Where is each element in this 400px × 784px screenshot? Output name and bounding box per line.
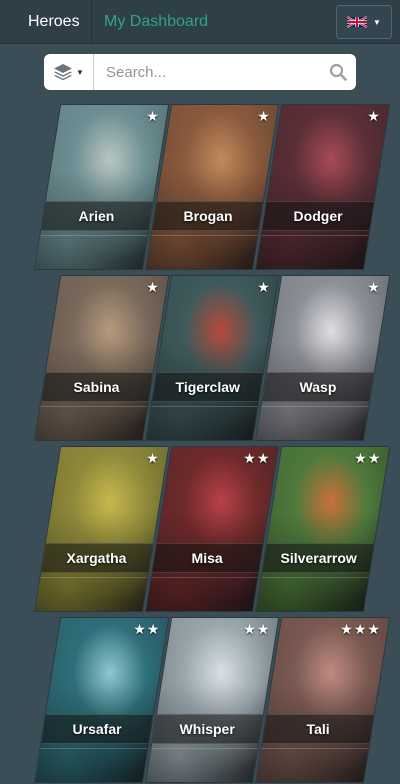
hero-name-band: Brogan (151, 201, 264, 231)
hero-name: Arien (78, 208, 115, 224)
hero-name-band: Tali (262, 714, 374, 744)
chevron-down-icon: ▼ (373, 17, 381, 27)
chevron-down-icon: ▼ (76, 67, 84, 77)
portrait-shade (256, 618, 390, 782)
divider (151, 748, 258, 749)
divider (261, 577, 369, 578)
hero-name-band: Xargatha (41, 543, 153, 573)
hero-row: Sabina ★ Tigerclaw ★ Wasp ★ (34, 275, 391, 441)
hero-name-band: Dodger (262, 201, 374, 231)
hero-name-band: Tigerclaw (151, 372, 264, 402)
tab-my-dashboard[interactable]: My Dashboard (92, 0, 220, 44)
divider (151, 577, 258, 578)
divider (40, 577, 148, 578)
star-rating: ★ (367, 108, 382, 124)
hero-row: Arien ★ Brogan ★ Dodger ★ (34, 104, 391, 270)
star-rating: ★★ (354, 450, 382, 466)
hero-name: Wasp (299, 379, 337, 395)
hero-name: Tali (306, 721, 330, 737)
hero-row: Ursafar ★★ Whisper ★★ Tali ★★★ (34, 617, 391, 783)
hero-name-band: Arien (41, 201, 153, 231)
star-rating: ★ (146, 279, 160, 295)
hero-grid: Arien ★ Brogan ★ Dodger ★ Sabina ★ Tigerclaw ★ Was… (34, 104, 391, 784)
star-rating: ★ (367, 279, 382, 295)
language-selector[interactable]: ▼ (336, 5, 392, 39)
portrait-shade (256, 447, 390, 611)
divider (40, 748, 148, 749)
divider (261, 235, 369, 236)
divider (151, 406, 258, 407)
layers-icon (54, 64, 73, 81)
hero-row: Xargatha ★ Misa ★★ Silverarrow ★★ (34, 446, 391, 612)
hero-name: Tigerclaw (175, 379, 240, 395)
hero-name-band: Silverarrow (262, 543, 374, 573)
hero-name-band: Sabina (41, 372, 153, 402)
hero-name: Sabina (73, 379, 120, 395)
hero-name-band: Misa (151, 543, 264, 573)
hero-name: Whisper (179, 721, 236, 737)
hero-name-band: Wasp (262, 372, 374, 402)
star-rating: ★★ (243, 450, 271, 466)
uk-flag-icon (347, 16, 368, 28)
hero-name-band: Whisper (151, 714, 264, 744)
search-icon[interactable] (320, 63, 356, 81)
divider (151, 235, 258, 236)
top-nav: Heroes My Dashboard ▼ (0, 0, 400, 44)
hero-name: Dodger (293, 208, 343, 224)
hero-name: Misa (191, 550, 224, 566)
tab-heroes[interactable]: Heroes (0, 0, 92, 44)
divider (261, 406, 369, 407)
star-rating: ★ (146, 108, 160, 124)
hero-name: Brogan (183, 208, 233, 224)
portrait-shade (256, 276, 390, 440)
hero-name-band: Ursafar (41, 714, 153, 744)
star-rating: ★★★ (340, 621, 382, 637)
filter-dropdown-button[interactable]: ▼ (44, 54, 94, 90)
divider (261, 748, 369, 749)
divider (40, 235, 148, 236)
hero-name: Silverarrow (280, 550, 357, 566)
star-rating: ★ (146, 450, 160, 466)
divider (40, 406, 148, 407)
hero-name: Ursafar (72, 721, 122, 737)
star-rating: ★ (257, 279, 271, 295)
search-bar: ▼ (44, 54, 356, 90)
star-rating: ★ (257, 108, 271, 124)
portrait-shade (256, 105, 390, 269)
star-rating: ★★ (243, 621, 271, 637)
search-input[interactable] (94, 55, 320, 89)
hero-name: Xargatha (66, 550, 127, 566)
star-rating: ★★ (132, 621, 160, 637)
